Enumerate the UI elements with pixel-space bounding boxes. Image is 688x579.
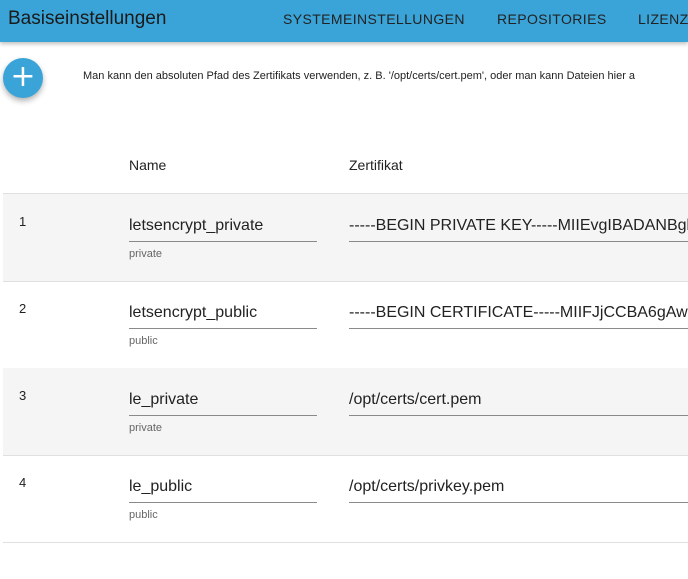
table-row: 1 letsencrypt_private private -----BEGIN… — [3, 194, 688, 282]
app-toolbar: Basiseinstellungen SYSTEMEINSTELLUNGEN R… — [0, 0, 688, 42]
certificate-input[interactable]: /opt/certs/cert.pem — [349, 385, 688, 416]
certificate-value: -----BEGIN CERTIFICATE-----MIIFJjCCBA6gA… — [349, 304, 688, 321]
certificate-value: /opt/certs/cert.pem — [349, 391, 482, 408]
table-row: 4 le_public public /opt/certs/privkey.pe… — [3, 455, 688, 543]
row-number: 3 — [19, 388, 27, 403]
certificate-input[interactable]: -----BEGIN CERTIFICATE-----MIIFJjCCBA6gA… — [349, 298, 688, 329]
name-input[interactable]: letsencrypt_private — [129, 211, 317, 242]
row-number: 4 — [19, 475, 27, 490]
tab-repositories[interactable]: REPOSITORIES — [497, 11, 607, 27]
table-row: 3 le_private private /opt/certs/cert.pem — [3, 368, 688, 456]
name-input[interactable]: le_public — [129, 472, 317, 503]
certificate-input[interactable]: -----BEGIN PRIVATE KEY-----MIIEvgIBADANB… — [349, 211, 688, 242]
name-value: letsencrypt_public — [129, 304, 258, 321]
name-value: letsencrypt_private — [129, 217, 264, 234]
name-input[interactable]: letsencrypt_public — [129, 298, 317, 329]
plus-icon: + — [10, 59, 36, 94]
name-input[interactable]: le_private — [129, 385, 317, 416]
type-label: private — [129, 248, 163, 260]
column-header-name: Name — [129, 157, 167, 173]
name-value: le_private — [129, 391, 199, 408]
add-certificate-button[interactable]: + — [3, 58, 43, 98]
certificate-value: /opt/certs/privkey.pem — [349, 478, 505, 495]
row-number: 2 — [19, 301, 27, 316]
certificate-input[interactable]: /opt/certs/privkey.pem — [349, 472, 688, 503]
certificate-value: -----BEGIN PRIVATE KEY-----MIIEvgIBADANB… — [349, 217, 688, 234]
table-row: 2 letsencrypt_public public -----BEGIN C… — [3, 281, 688, 369]
column-header-certificate: Zertifikat — [349, 157, 403, 173]
name-value: le_public — [129, 478, 193, 495]
page-title: Basiseinstellungen — [8, 8, 167, 29]
type-label: public — [129, 335, 158, 347]
tab-lizenz[interactable]: LIZENZ — [638, 11, 688, 27]
row-number: 1 — [19, 214, 27, 229]
type-label: public — [129, 509, 158, 521]
type-label: private — [129, 422, 163, 434]
certificate-hint-text: Man kann den absoluten Pfad des Zertifik… — [83, 70, 636, 82]
tab-systemeinstellungen[interactable]: SYSTEMEINSTELLUNGEN — [283, 11, 465, 27]
